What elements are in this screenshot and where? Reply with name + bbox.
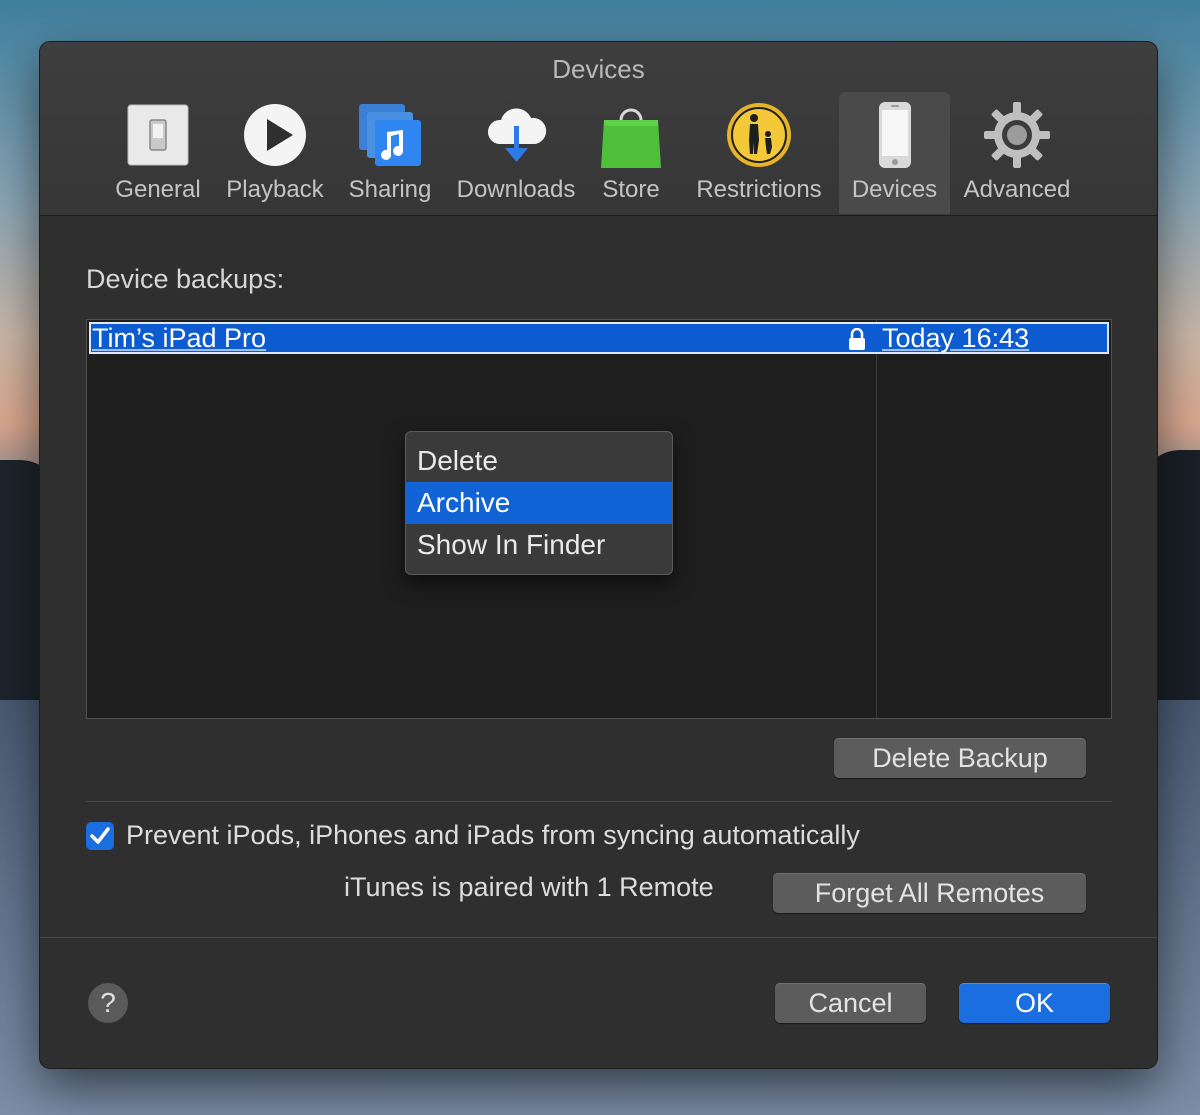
forget-all-remotes-button[interactable]: Forget All Remotes [773,873,1086,913]
backup-device-name: Tim’s iPad Pro [92,323,267,353]
device-backups-label: Device backups: [86,264,285,294]
tab-store[interactable]: Store [590,92,672,214]
tab-restrictions[interactable]: Restrictions [682,92,836,214]
prevent-sync-label[interactable]: Prevent iPods, iPhones and iPads from sy… [126,820,860,851]
table-row[interactable]: Tim’s iPad Pro Today 16:43 [89,322,1109,354]
divider [86,801,1112,802]
tab-devices[interactable]: Devices [839,92,950,214]
backups-table[interactable]: Tim’s iPad Pro Today 16:43 Delete Archiv… [86,319,1112,719]
backup-date: Today 16:43 [882,323,1030,353]
parental-restrictions-icon [727,103,791,167]
help-button[interactable]: ? [88,983,128,1023]
tab-sharing[interactable]: Sharing [338,92,442,214]
tab-advanced[interactable]: Advanced [952,92,1082,214]
delete-backup-button[interactable]: Delete Backup [834,738,1086,778]
ok-button[interactable]: OK [959,983,1110,1023]
tab-playback[interactable]: Playback [218,92,332,214]
lock-icon [849,328,865,350]
shopping-bag-icon [601,108,661,168]
context-menu-archive[interactable]: Archive [406,482,672,524]
play-icon [244,104,306,166]
footer-divider [40,937,1157,938]
music-sharing-icon [359,104,421,166]
tab-general[interactable]: General [104,92,212,214]
cloud-download-icon [487,108,547,162]
iphone-icon [878,102,911,168]
tab-devices-label: Devices [851,176,938,203]
checkmark-icon [90,827,110,844]
tab-sharing-label: Sharing [348,176,432,203]
tab-general-label: General [115,176,201,203]
prevent-sync-checkbox[interactable] [86,822,114,850]
cancel-button[interactable]: Cancel [775,983,926,1023]
tab-advanced-label: Advanced [963,176,1071,203]
paired-remote-text: iTunes is paired with 1 Remote [344,872,714,902]
context-menu-delete[interactable]: Delete [406,440,672,482]
context-menu: Delete Archive Show In Finder [405,431,673,575]
gear-icon [984,102,1050,168]
toolbar: Devices General Playback Sharing Downloa… [40,42,1157,216]
tab-playback-label: Playback [226,176,324,203]
general-switch-icon [127,104,189,166]
tab-restrictions-label: Restrictions [696,176,822,203]
devices-pane: Device backups: Tim’s iPad Pro Today 16:… [40,216,1157,1068]
context-menu-show-in-finder[interactable]: Show In Finder [406,524,672,566]
tab-downloads-label: Downloads [456,176,576,203]
window-title: Devices [552,54,645,84]
column-separator [876,320,877,718]
preferences-window: Devices General Playback Sharing Downloa… [40,42,1157,1068]
tab-store-label: Store [602,176,660,203]
tab-downloads[interactable]: Downloads [448,92,584,214]
